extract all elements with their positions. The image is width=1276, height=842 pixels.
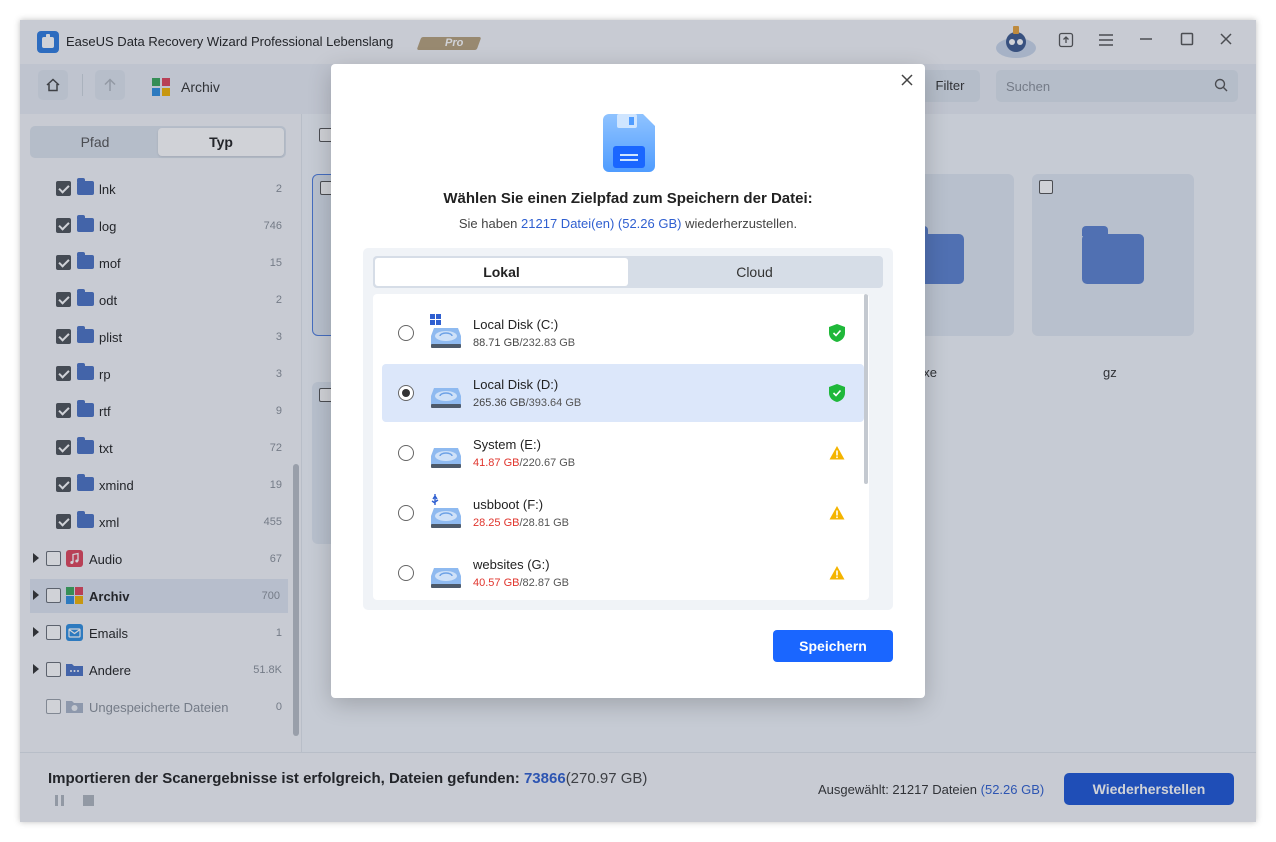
drive-icon <box>430 554 462 590</box>
radio-button[interactable] <box>398 565 414 581</box>
radio-button[interactable] <box>398 445 414 461</box>
disk-row-f[interactable]: usbboot (F:) 28.25 GB/28.81 GB <box>382 484 864 542</box>
shield-check-icon <box>829 384 845 402</box>
dialog-subtitle: Sie haben 21217 Datei(en) (52.26 GB) wie… <box>458 216 798 231</box>
close-icon[interactable] <box>899 72 915 88</box>
disk-size: 88.71 GB/232.83 GB <box>473 337 576 349</box>
save-button[interactable]: Speichern <box>773 630 893 662</box>
destination-panel: Lokal Cloud Local Disk (C:) 88.71 GB/232… <box>363 248 893 610</box>
disk-name: usbboot (F:) <box>473 497 544 512</box>
dialog-title: Wählen Sie einen Zielpfad zum Speichern … <box>443 190 813 207</box>
warning-icon <box>829 444 845 462</box>
disk-name: Local Disk (C:) <box>473 317 559 332</box>
destination-tabs: Lokal Cloud <box>373 256 883 288</box>
tab-cloud[interactable]: Cloud <box>628 258 881 286</box>
warning-icon <box>829 504 845 522</box>
disk-name: websites (G:) <box>473 557 550 572</box>
disk-row-g[interactable]: websites (G:) 40.57 GB/82.87 GB <box>382 544 864 600</box>
shield-check-icon <box>829 324 845 342</box>
disk-list: Local Disk (C:) 88.71 GB/232.83 GB Local… <box>373 294 869 600</box>
drive-icon <box>430 374 462 410</box>
tab-lokal[interactable]: Lokal <box>375 258 628 286</box>
disk-name: Local Disk (D:) <box>473 377 559 392</box>
windows-drive-icon <box>430 314 462 350</box>
usb-drive-icon <box>430 494 462 530</box>
drive-icon <box>430 434 462 470</box>
disk-name: System (E:) <box>473 437 541 452</box>
disk-size: 41.87 GB/220.67 GB <box>473 457 576 469</box>
disk-row-c[interactable]: Local Disk (C:) 88.71 GB/232.83 GB <box>382 304 864 362</box>
disk-size: 40.57 GB/82.87 GB <box>473 577 570 589</box>
disk-row-d[interactable]: Local Disk (D:) 265.36 GB/393.64 GB <box>382 364 864 422</box>
floppy-disk-icon <box>603 114 655 174</box>
warning-icon <box>829 564 845 582</box>
radio-button[interactable] <box>398 385 414 401</box>
disk-size: 265.36 GB/393.64 GB <box>473 397 582 409</box>
save-location-dialog: Wählen Sie einen Zielpfad zum Speichern … <box>331 64 925 698</box>
disk-row-e[interactable]: System (E:) 41.87 GB/220.67 GB <box>382 424 864 482</box>
disk-size: 28.25 GB/28.81 GB <box>473 517 570 529</box>
radio-button[interactable] <box>398 325 414 341</box>
disk-list-scrollbar[interactable] <box>864 294 868 484</box>
radio-button[interactable] <box>398 505 414 521</box>
